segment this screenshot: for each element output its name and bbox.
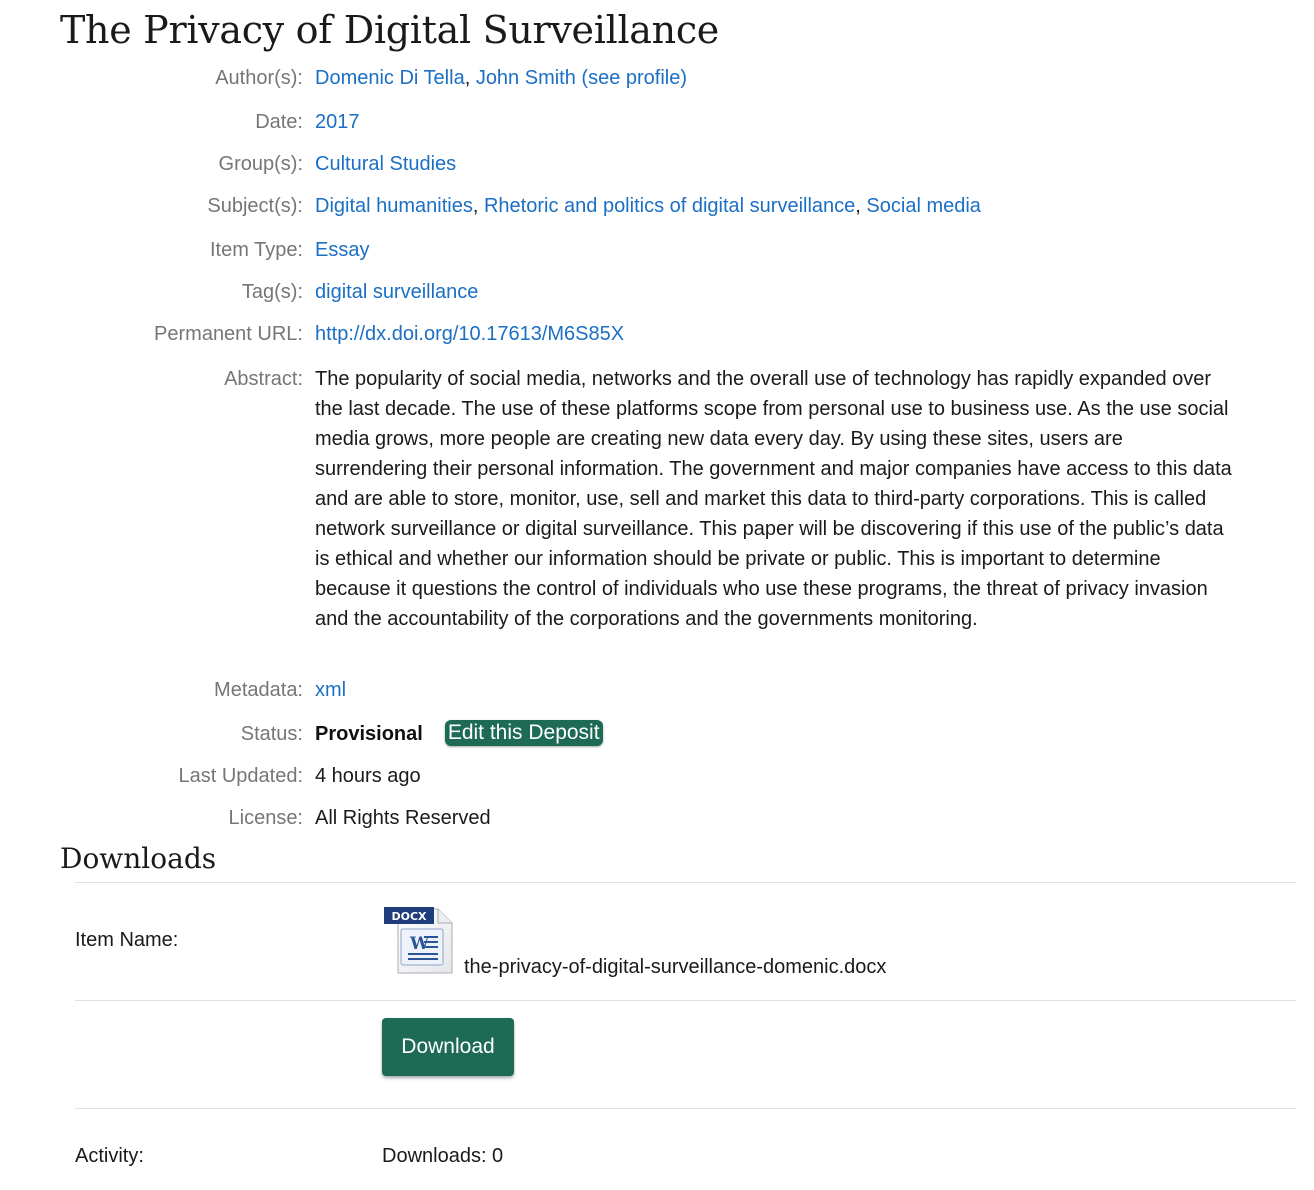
file-badge-text: DOCX xyxy=(391,910,427,923)
date-link[interactable]: 2017 xyxy=(315,111,360,133)
downloads-divider-bottom xyxy=(75,1108,1296,1109)
license-label: License: xyxy=(228,807,304,829)
author-link-2[interactable]: John Smith (see profile) xyxy=(476,67,687,89)
date-label: Date: xyxy=(255,111,303,133)
item-type-label: Item Type: xyxy=(209,239,303,261)
status-value: Provisional xyxy=(315,723,423,745)
download-button[interactable]: Download xyxy=(382,1018,514,1076)
subject-link-3[interactable]: Social media xyxy=(866,195,981,217)
permanent-url-link[interactable]: http://dx.doi.org/10.17613/M6S85X xyxy=(315,323,624,345)
item-type-link[interactable]: Essay xyxy=(315,239,369,261)
page-title: The Privacy of Digital Surveillance xyxy=(60,8,719,52)
abstract-text: The popularity of social media, networks… xyxy=(315,368,1232,630)
downloads-count: Downloads: 0 xyxy=(382,1145,504,1167)
author-link-1[interactable]: Domenic Di Tella xyxy=(315,67,465,89)
abstract-label: Abstract: xyxy=(224,368,303,390)
group-link[interactable]: Cultural Studies xyxy=(315,153,456,175)
groups-label: Group(s): xyxy=(218,153,303,175)
downloads-heading: Downloads xyxy=(60,842,217,875)
activity-label: Activity: xyxy=(75,1145,144,1167)
tag-link[interactable]: digital surveillance xyxy=(315,281,478,303)
metadata-label: Metadata: xyxy=(214,679,303,701)
authors-value: Domenic Di Tella, John Smith (see profil… xyxy=(315,67,688,89)
subject-link-2[interactable]: Rhetoric and politics of digital surveil… xyxy=(484,195,855,217)
status-label: Status: xyxy=(240,723,303,745)
edit-deposit-button[interactable]: Edit this Deposit xyxy=(444,720,603,746)
subjects-label: Subject(s): xyxy=(207,195,303,217)
downloads-divider-top xyxy=(75,882,1296,883)
subject-link-1[interactable]: Digital humanities xyxy=(315,195,473,217)
docx-file-icon: DOCX W xyxy=(384,903,456,975)
license-value: All Rights Reserved xyxy=(315,807,491,829)
permanent-url-label: Permanent URL: xyxy=(154,323,303,345)
item-name-label: Item Name: xyxy=(75,929,179,951)
file-name: the-privacy-of-digital-surveillance-dome… xyxy=(464,956,887,978)
tags-label: Tag(s): xyxy=(241,281,303,303)
authors-label: Author(s): xyxy=(215,67,303,89)
last-updated-label: Last Updated: xyxy=(178,765,303,787)
last-updated-value: 4 hours ago xyxy=(315,765,421,787)
metadata-xml-link[interactable]: xml xyxy=(315,679,346,701)
downloads-divider-middle xyxy=(75,1000,1296,1001)
